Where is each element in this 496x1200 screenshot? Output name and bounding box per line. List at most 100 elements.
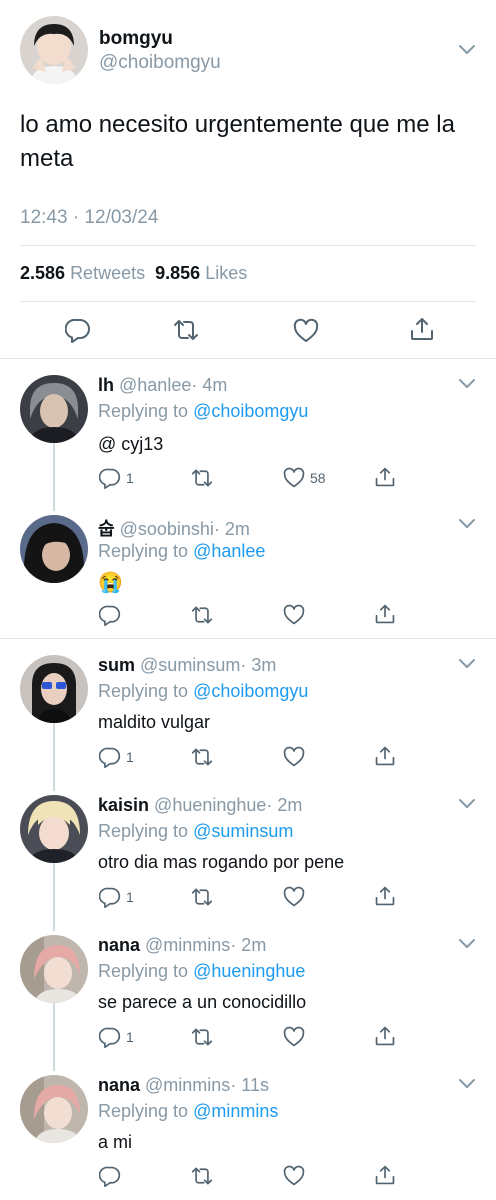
- retweets-label[interactable]: Retweets: [70, 263, 145, 283]
- share-icon[interactable]: [374, 466, 396, 488]
- reply-icon[interactable]: [99, 467, 121, 489]
- reply-author-name[interactable]: nana: [98, 1075, 140, 1095]
- share-icon[interactable]: [409, 316, 435, 342]
- reply-header: nana @minmins· 2m: [98, 935, 266, 956]
- avatar-reply-5[interactable]: [20, 935, 88, 1003]
- reply-author-handle[interactable]: @minmins: [145, 935, 230, 955]
- replying-to-link[interactable]: @hueninghue: [193, 961, 305, 981]
- replying-to-link[interactable]: @minmins: [193, 1101, 278, 1121]
- retweet-icon[interactable]: [191, 886, 213, 908]
- reply-icon[interactable]: [99, 746, 121, 768]
- heart-icon[interactable]: [283, 1026, 305, 1048]
- likes-label[interactable]: Likes: [205, 263, 247, 283]
- divider: [0, 358, 496, 359]
- tweet-timestamp[interactable]: 12:43 · 12/03/24: [20, 207, 158, 229]
- tweet-text: lo amo necesito urgentemente que me la m…: [20, 111, 455, 172]
- reply-author-name[interactable]: sum: [98, 655, 135, 675]
- reply-author-name[interactable]: nana: [98, 935, 140, 955]
- replying-to-prefix: Replying to: [98, 821, 189, 841]
- reply-text: otro dia mas rogando por pene: [98, 852, 345, 872]
- reply-author-handle[interactable]: @minmins: [145, 1075, 230, 1095]
- divider: [0, 638, 496, 639]
- share-icon[interactable]: [374, 1025, 396, 1047]
- replying-to-prefix: Replying to: [98, 681, 189, 701]
- reply-author-handle[interactable]: @soobinshi: [120, 519, 214, 539]
- thread-line: [53, 721, 55, 791]
- divider: [20, 245, 476, 246]
- share-icon[interactable]: [374, 885, 396, 907]
- replying-to: Replying to @hueninghue: [98, 961, 305, 982]
- heart-icon[interactable]: [293, 318, 319, 344]
- replying-to-link[interactable]: @choibomgyu: [193, 681, 308, 701]
- likes-count[interactable]: 9.856: [155, 263, 200, 283]
- reply-time: · 2m: [266, 795, 303, 815]
- retweet-icon[interactable]: [191, 1165, 213, 1187]
- retweet-icon[interactable]: [191, 467, 213, 489]
- replying-to-link[interactable]: @hanlee: [193, 541, 265, 561]
- replying-to-link[interactable]: @suminsum: [193, 821, 293, 841]
- reply-time: · 4m: [191, 375, 228, 395]
- chevron-down-icon[interactable]: [458, 518, 476, 530]
- reply-time: · 2m: [213, 519, 250, 539]
- avatar-reply-2[interactable]: [20, 515, 88, 583]
- replying-to: Replying to @minmins: [98, 1101, 278, 1122]
- reply-header: 숩 @soobinshi· 2m: [98, 515, 250, 541]
- reply-count: 1: [126, 470, 134, 486]
- reply-text: se parece a un conocidillo: [98, 992, 307, 1012]
- retweet-icon[interactable]: [191, 746, 213, 768]
- reply-icon[interactable]: [99, 604, 121, 626]
- reply-icon[interactable]: [65, 317, 91, 343]
- chevron-down-icon[interactable]: [458, 44, 476, 56]
- heart-icon[interactable]: [283, 1165, 305, 1187]
- tweet-stats: 2.586 Retweets 9.856 Likes: [20, 263, 247, 284]
- heart-icon[interactable]: [283, 746, 305, 768]
- thread-line: [53, 1001, 55, 1071]
- reply-count: 1: [126, 889, 134, 905]
- reply-author-name[interactable]: lh: [98, 375, 114, 395]
- reply-header: nana @minmins· 11s: [98, 1075, 269, 1096]
- chevron-down-icon[interactable]: [458, 658, 476, 670]
- reply-author-handle[interactable]: @suminsum: [140, 655, 240, 675]
- heart-icon[interactable]: [283, 604, 305, 626]
- reply-text: a mi: [98, 1132, 133, 1152]
- author-handle[interactable]: @choibomgyu: [99, 52, 221, 74]
- avatar-main[interactable]: [20, 16, 88, 84]
- reply-time: · 3m: [240, 655, 277, 675]
- share-icon[interactable]: [374, 603, 396, 625]
- replying-to: Replying to @choibomgyu: [98, 401, 308, 422]
- author-name[interactable]: bomgyu: [99, 28, 173, 50]
- chevron-down-icon[interactable]: [458, 938, 476, 950]
- reply-icon[interactable]: [99, 1165, 121, 1187]
- reply-header: kaisin @hueninghue· 2m: [98, 795, 302, 816]
- retweet-icon[interactable]: [173, 317, 199, 343]
- reply-icon[interactable]: [99, 1026, 121, 1048]
- divider: [20, 301, 476, 302]
- share-icon[interactable]: [374, 1164, 396, 1186]
- chevron-down-icon[interactable]: [458, 1078, 476, 1090]
- reply-author-handle[interactable]: @hueninghue: [154, 795, 266, 815]
- avatar-reply-4[interactable]: [20, 795, 88, 863]
- heart-icon[interactable]: [283, 886, 305, 908]
- replying-to: Replying to @hanlee: [98, 541, 265, 562]
- replying-to-prefix: Replying to: [98, 541, 189, 561]
- replying-to-prefix: Replying to: [98, 401, 189, 421]
- heart-icon[interactable]: [283, 467, 305, 489]
- retweet-icon[interactable]: [191, 1026, 213, 1048]
- avatar-reply-1[interactable]: [20, 375, 88, 443]
- thread-line: [53, 441, 55, 511]
- avatar-reply-6[interactable]: [20, 1075, 88, 1143]
- replying-to-prefix: Replying to: [98, 1101, 189, 1121]
- reply-time: · 11s: [230, 1075, 269, 1095]
- retweets-count[interactable]: 2.586: [20, 263, 65, 283]
- avatar-reply-3[interactable]: [20, 655, 88, 723]
- reply-author-name[interactable]: 숩: [98, 519, 115, 539]
- retweet-icon[interactable]: [191, 604, 213, 626]
- share-icon[interactable]: [374, 745, 396, 767]
- reply-author-handle[interactable]: @hanlee: [119, 375, 191, 395]
- replying-to-link[interactable]: @choibomgyu: [193, 401, 308, 421]
- replying-to-prefix: Replying to: [98, 961, 189, 981]
- reply-author-name[interactable]: kaisin: [98, 795, 149, 815]
- chevron-down-icon[interactable]: [458, 378, 476, 390]
- reply-icon[interactable]: [99, 886, 121, 908]
- chevron-down-icon[interactable]: [458, 798, 476, 810]
